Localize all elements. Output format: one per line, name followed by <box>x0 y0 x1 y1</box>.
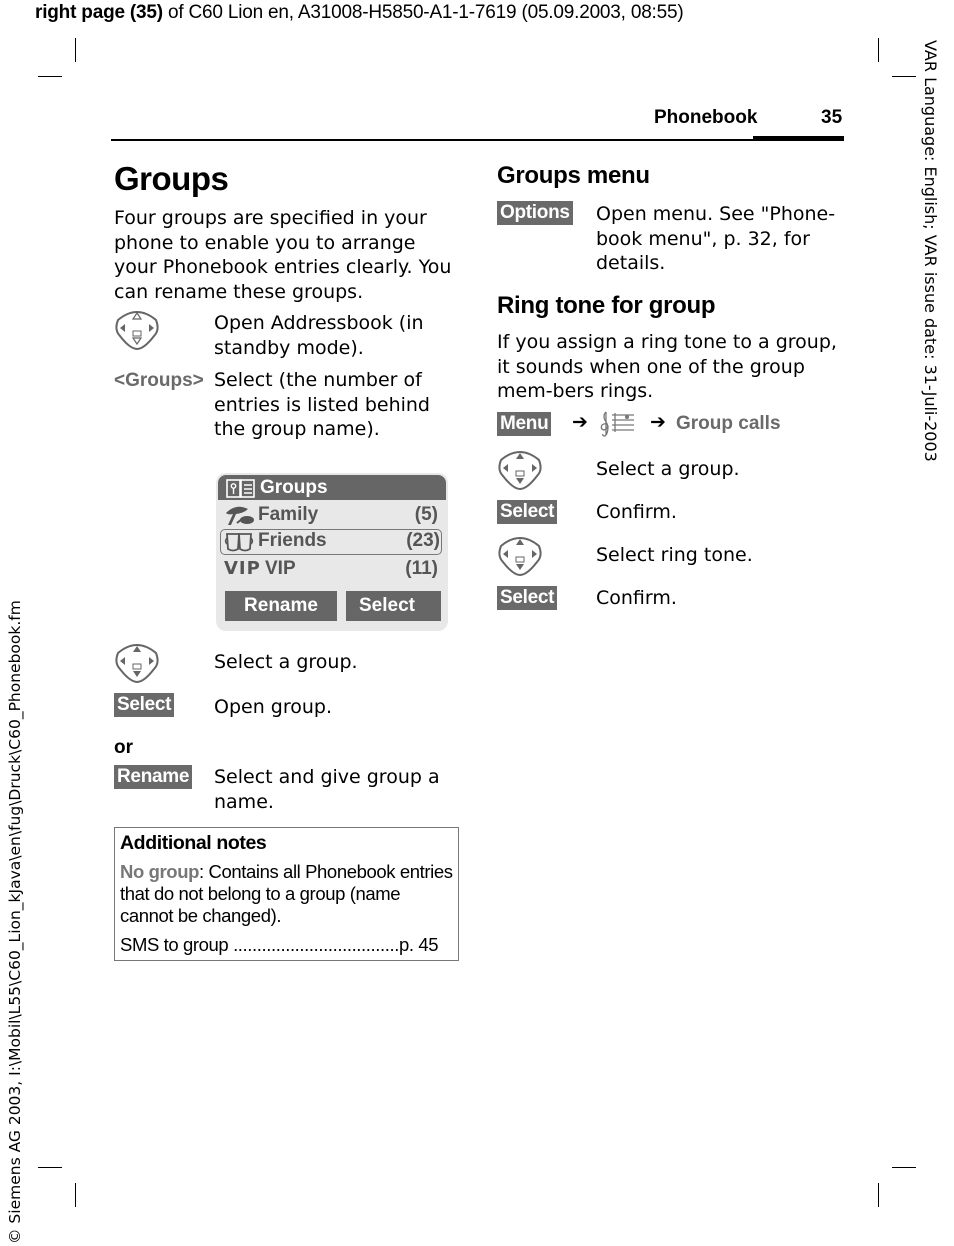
crop-mark <box>75 38 76 62</box>
notes-ref-page: p. 45 <box>398 934 439 955</box>
side-text-right: VAR Language: English; VAR issue date: 3… <box>921 40 940 462</box>
phone-screen-title-bar: Groups <box>218 475 446 500</box>
side-text-left: © Siemens AG 2003, I:\Mobil\L55\C60_Lion… <box>6 600 24 1244</box>
crop-mark <box>892 1167 916 1168</box>
group-count: (5) <box>414 504 438 525</box>
crop-mark <box>892 76 916 77</box>
group-name: VIP <box>265 558 296 579</box>
crop-mark <box>878 38 879 62</box>
ring-tone-title: Ring tone for group <box>497 292 716 319</box>
navigation-key-icon <box>114 641 160 687</box>
notes-reference[interactable]: SMS to group ...........................… <box>120 934 439 956</box>
groups-menu-text: Open menu. See "Phone-book menu", p. 32,… <box>596 203 836 274</box>
group-count: (11) <box>405 558 438 579</box>
notes-body: No group: Contains all Phonebook entries… <box>120 861 455 927</box>
step-text: Select ring tone. <box>596 544 753 566</box>
step-text: Confirm. <box>596 587 677 609</box>
crop-mark <box>75 1183 76 1207</box>
crop-mark <box>878 1183 879 1207</box>
print-header: right page (35) of C60 Lion en, A31008-H… <box>35 2 684 24</box>
intro-paragraph: Four groups are specified in your phone … <box>114 207 452 303</box>
step-text: Open Addressbook (in standby mode). <box>214 312 424 359</box>
crop-mark <box>38 1167 62 1168</box>
vip-icon: VIP <box>224 558 261 579</box>
navigation-key-icon <box>497 448 543 494</box>
header-rule <box>111 139 844 141</box>
group-name: Friends <box>258 530 327 551</box>
group-row-vip[interactable]: VIP VIP (11) <box>220 556 442 582</box>
notes-ref-label: SMS to group <box>120 934 229 955</box>
step-text: Select a group. <box>596 458 740 480</box>
header-rule-accent <box>753 136 844 141</box>
step-text: Select a group. <box>214 651 358 673</box>
menu-key[interactable]: Menu <box>497 412 552 436</box>
select-key[interactable]: Select <box>114 693 175 717</box>
phone-screen-title: Groups <box>260 477 328 498</box>
section-title: Groups <box>114 160 229 197</box>
running-header-section: Phonebook <box>654 107 758 128</box>
print-header-bold: right page (35) <box>35 2 163 23</box>
step-text: Select (the number of entries is listed … <box>214 369 430 440</box>
step-text: Open group. <box>214 696 333 718</box>
options-key[interactable]: Options <box>497 201 573 225</box>
select-key[interactable]: Select <box>497 500 558 524</box>
arrow-icon: ➔ <box>650 411 666 433</box>
group-row-friends[interactable]: Friends (23) <box>220 529 442 555</box>
notes-title: Additional notes <box>120 832 267 854</box>
navigation-key-icon <box>497 534 543 580</box>
arrow-icon: ➔ <box>572 411 588 433</box>
print-header-rest: of C60 Lion en, A31008-H5850-A1-1-7619 (… <box>162 2 684 23</box>
softkey-select[interactable]: Select <box>346 591 441 621</box>
group-name: Family <box>258 504 319 525</box>
softkey-rename[interactable]: Rename <box>225 591 337 621</box>
phone-screen: Groups Family (5) Friends (23) VIP VIP (… <box>216 473 448 631</box>
running-header-page: 35 <box>821 107 843 128</box>
ring-tone-intro: If you assign a ring tone to a group, it… <box>497 331 837 402</box>
step-text: Confirm. <box>596 501 677 523</box>
phonebook-icon <box>226 475 256 500</box>
crop-mark <box>38 76 62 77</box>
navigation-key-icon <box>114 308 160 354</box>
step-text: Select and give group a name. <box>214 766 440 813</box>
group-row-family[interactable]: Family (5) <box>220 502 442 528</box>
notes-ref-dots: ................................... <box>228 934 399 955</box>
additional-notes-box: Additional notes No group: Contains all … <box>114 827 459 961</box>
groups-menu-title: Groups menu <box>497 162 650 189</box>
music-note-icon[interactable] <box>598 410 636 442</box>
select-key[interactable]: Select <box>497 586 558 610</box>
notes-term: No group <box>120 861 200 882</box>
or-label: or <box>114 737 133 758</box>
group-calls-label[interactable]: Group calls <box>676 413 781 435</box>
group-count: (23) <box>406 530 440 551</box>
groups-option-label: <Groups> <box>114 370 204 391</box>
rename-key[interactable]: Rename <box>114 765 193 789</box>
